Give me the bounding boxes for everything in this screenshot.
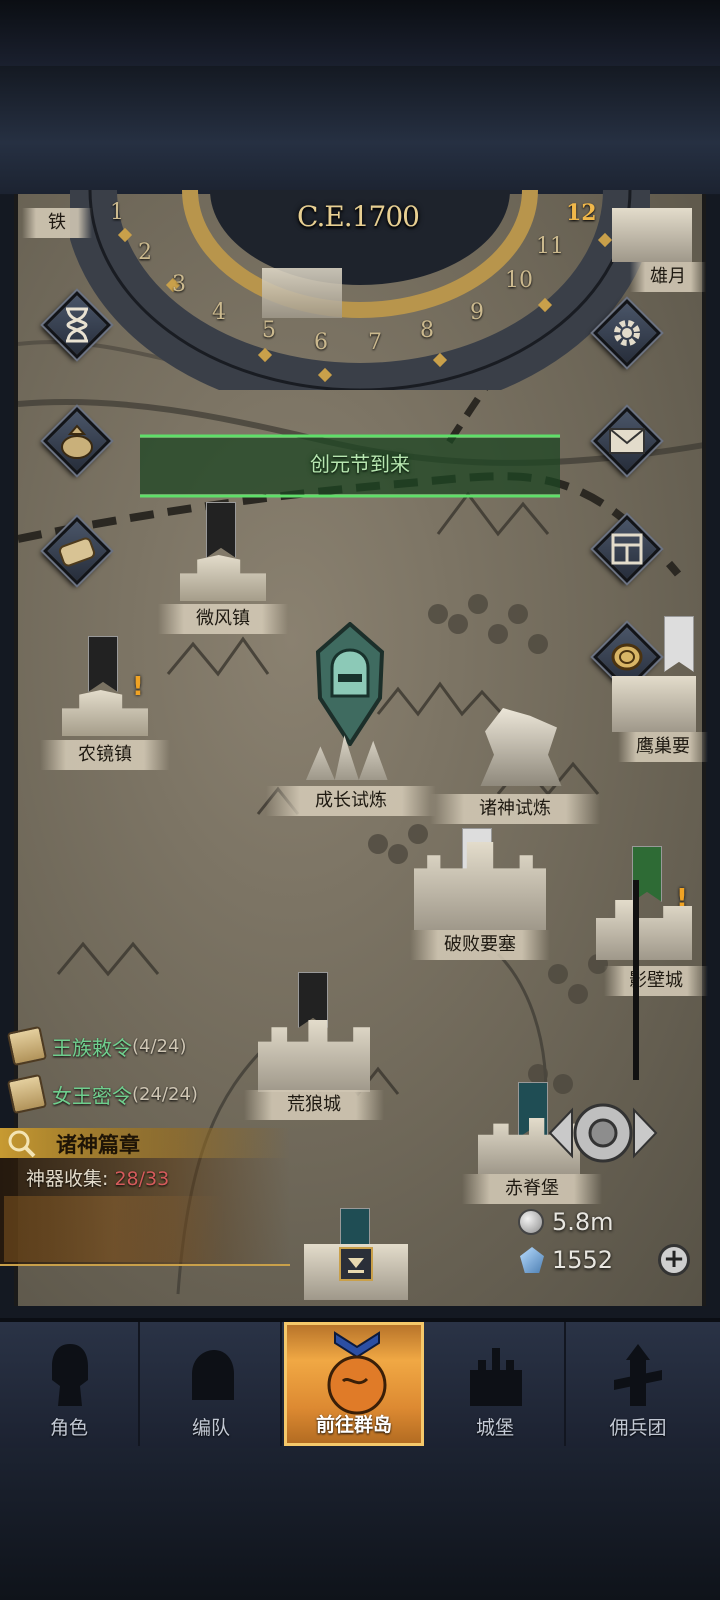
nav-character[interactable]: 角色 <box>0 1322 140 1446</box>
quest-count: (4/24) <box>132 1035 187 1057</box>
gods-chapter-header <box>0 1128 290 1158</box>
dial-month: 1 <box>110 200 124 225</box>
city-xiongyue[interactable] <box>612 208 692 262</box>
location-label-weifeng[interactable]: 微风镇 <box>158 604 288 634</box>
islands-globe-icon <box>327 1331 387 1415</box>
dial-month: 4 <box>212 300 226 325</box>
crystal-resource: 1552 <box>520 1246 613 1274</box>
nav-castle[interactable]: 城堡 <box>426 1322 566 1446</box>
map-zoom-track[interactable] <box>633 880 639 1080</box>
helmet-group-icon <box>192 1350 234 1400</box>
scroll-icon <box>42 516 112 586</box>
quest-name: 王族敕令 <box>52 1035 132 1060</box>
artifact-collect-value: 28/33 <box>114 1168 170 1190</box>
dial-month-current: 12 <box>566 200 597 226</box>
castle-icon <box>470 1348 522 1406</box>
dial-month: 8 <box>420 318 434 343</box>
nav-formation[interactable]: 编队 <box>142 1322 282 1446</box>
crystal-amount: 1552 <box>552 1246 614 1274</box>
window-grid-button[interactable] <box>592 514 662 584</box>
silver-amount: 5.8m <box>552 1208 614 1236</box>
quest-name: 女王密令 <box>52 1083 132 1108</box>
dial-month: 6 <box>314 330 328 355</box>
scroll-button[interactable] <box>42 516 112 586</box>
era-year: C.E.1700 <box>297 200 420 233</box>
location-label-tie[interactable]: 铁 <box>22 208 92 238</box>
quest-count: (24/24) <box>132 1083 198 1105</box>
settings-button[interactable] <box>592 298 662 368</box>
dial-month: 5 <box>262 318 276 343</box>
nav-label: 编队 <box>191 1417 230 1439</box>
fortress-yingchao[interactable] <box>612 676 696 732</box>
locate-control[interactable] <box>548 1100 658 1166</box>
location-label-zhushen[interactable]: 诸神试炼 <box>430 794 600 824</box>
dial-month: 9 <box>470 300 484 325</box>
location-label-nongjing[interactable]: 农镜镇 <box>40 740 170 770</box>
nav-label: 佣兵团 <box>609 1417 667 1439</box>
gods-chapter-title: 诸神篇章 <box>56 1133 140 1157</box>
gods-chapter-artwork <box>4 1196 224 1262</box>
knight-icon <box>52 1344 88 1406</box>
dial-month: 2 <box>138 240 152 265</box>
nav-islands[interactable]: 前往群岛 <box>284 1322 424 1446</box>
location-label-chengzhang[interactable]: 成长试炼 <box>266 786 436 816</box>
player-helmet-marker[interactable] <box>314 622 386 746</box>
dial-month: 11 <box>536 234 564 259</box>
quest-royal-decree[interactable]: 王族敕令 (4/24) <box>6 1025 187 1067</box>
gear-icon <box>592 298 662 368</box>
fortress-pobai[interactable] <box>414 842 546 930</box>
location-label-chiji[interactable]: 赤脊堡 <box>462 1174 602 1204</box>
event-banner-text: 创元节到来 <box>310 452 410 476</box>
city-huanglang[interactable] <box>258 1020 370 1092</box>
dial-month: 7 <box>368 330 382 355</box>
collapse-arrow-icon[interactable] <box>338 1246 374 1282</box>
location-label-yingchao[interactable]: 鹰巢要 <box>618 732 708 762</box>
location-label-xiongyue[interactable]: 雄月 <box>630 262 706 292</box>
location-label-yuebi[interactable]: 影壁城 <box>604 966 708 996</box>
crystal-icon <box>520 1247 544 1273</box>
hourglass-icon <box>42 290 112 360</box>
window-grid-icon <box>592 514 662 584</box>
dial-month: 3 <box>172 272 186 297</box>
silver-coin-icon <box>518 1209 544 1235</box>
nav-label: 角色 <box>49 1417 88 1439</box>
artifact-collect: 神器收集: 28/33 <box>26 1164 169 1191</box>
location-label-huanglang[interactable]: 荒狼城 <box>244 1090 384 1120</box>
bottom-frame <box>0 1448 720 1600</box>
location-label-pobai[interactable]: 破败要塞 <box>410 930 550 960</box>
scroll-icon <box>6 1025 48 1067</box>
calendar-dial[interactable] <box>70 150 650 390</box>
artifact-collect-label: 神器收集: <box>26 1168 109 1190</box>
hourglass-button[interactable] <box>42 290 112 360</box>
add-crystal-button[interactable]: + <box>658 1244 690 1276</box>
castle-under-dial[interactable] <box>262 268 342 318</box>
dial-month: 10 <box>505 268 533 293</box>
nav-label: 城堡 <box>475 1417 514 1439</box>
tower-banner-icon <box>614 1344 662 1406</box>
game-screen: C.E.1700 1 2 3 4 5 6 7 8 9 10 11 12 创元节到… <box>0 0 720 1600</box>
nav-label: 前往群岛 <box>315 1414 392 1436</box>
alert-icon: ! <box>132 672 144 702</box>
silver-resource: 5.8m <box>518 1208 614 1236</box>
quest-queen-secret[interactable]: 女王密令 (24/24) <box>6 1073 198 1115</box>
search-icon <box>8 1130 36 1158</box>
scroll-icon <box>6 1073 48 1115</box>
nav-mercenary[interactable]: 佣兵团 <box>568 1322 708 1446</box>
